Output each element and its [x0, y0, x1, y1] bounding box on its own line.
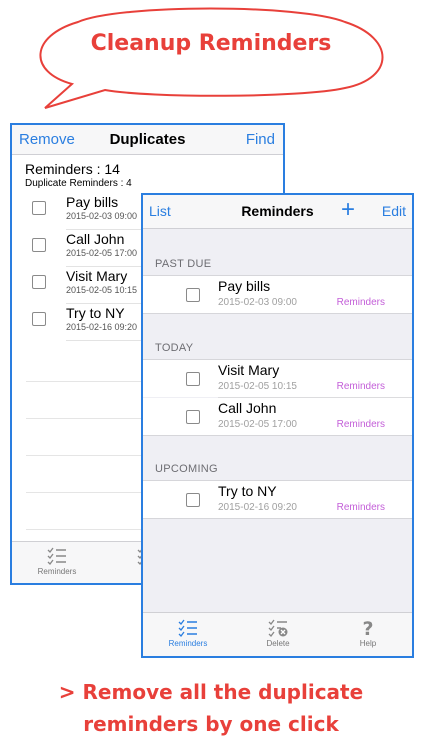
reminders-title: Reminders	[241, 203, 314, 219]
item-date: 2015-02-03 09:00	[218, 297, 297, 308]
item-title: Visit Mary	[218, 362, 280, 378]
duplicates-navbar: Remove Duplicates Find	[12, 125, 283, 155]
item-date: 2015-02-05 17:00	[218, 419, 297, 430]
group-border	[143, 435, 412, 436]
promo-title: Cleanup Reminders	[90, 31, 332, 56]
edit-button[interactable]: Edit	[382, 203, 406, 219]
item-checkbox[interactable]	[32, 201, 46, 215]
list-item[interactable]: Call John 2015-02-05 17:00 Reminders	[143, 398, 412, 435]
tab-help[interactable]: ? Help	[323, 618, 412, 648]
reminders-count: Reminders : 14	[25, 161, 120, 177]
item-date: 2015-02-05 10:15	[66, 285, 138, 295]
item-list-tag: Reminders	[336, 381, 385, 392]
item-checkbox[interactable]	[186, 410, 200, 424]
item-title: Try to NY	[218, 483, 277, 499]
item-title: Visit Mary	[66, 268, 128, 284]
list-item[interactable]: Pay bills 2015-02-03 09:00 Reminders	[143, 276, 412, 313]
item-date: 2015-02-03 09:00	[66, 211, 138, 221]
duplicates-title: Duplicates	[109, 131, 186, 148]
tab-delete[interactable]: Delete	[233, 618, 323, 648]
group-border	[143, 518, 412, 519]
checklist-icon	[47, 547, 66, 565]
item-title: Pay bills	[218, 278, 271, 294]
item-checkbox[interactable]	[186, 372, 200, 386]
duplicates-summary: Reminders : 14 Duplicate Reminders : 4	[12, 155, 283, 189]
tab-label: Delete	[266, 639, 290, 648]
item-title: Call John	[66, 231, 125, 247]
reminders-screen: List Reminders + Edit PAST DUE Pay bills…	[141, 193, 414, 658]
item-title: Call John	[218, 400, 277, 416]
item-list-tag: Reminders	[336, 502, 385, 513]
svg-text:?: ?	[362, 618, 373, 638]
section-header-past-due: PAST DUE	[155, 258, 212, 270]
item-date: 2015-02-05 10:15	[218, 381, 297, 392]
list-item[interactable]: Try to NY 2015-02-16 09:20 Reminders	[143, 481, 412, 518]
tab-label: Help	[359, 639, 377, 648]
tab-label: Reminders	[37, 567, 77, 576]
reminders-navbar: List Reminders + Edit	[143, 195, 412, 229]
reminders-tabbar: Reminders Delete ? Help	[143, 612, 412, 656]
tab-reminders[interactable]: Reminders	[17, 546, 97, 576]
item-date: 2015-02-16 09:20	[66, 322, 138, 332]
help-icon: ?	[362, 618, 373, 638]
item-checkbox[interactable]	[186, 493, 200, 507]
checklist-icon	[178, 619, 197, 637]
list-item[interactable]: Visit Mary 2015-02-05 10:15 Reminders	[143, 360, 412, 397]
tab-label: Reminders	[168, 639, 208, 648]
item-title: Pay bills	[66, 194, 119, 210]
section-header-today: TODAY	[155, 342, 194, 354]
duplicate-count: Duplicate Reminders : 4	[25, 178, 132, 189]
item-date: 2015-02-16 09:20	[218, 502, 297, 513]
add-reminder-button[interactable]: +	[341, 196, 355, 224]
item-checkbox[interactable]	[32, 275, 46, 289]
group-border	[143, 313, 412, 314]
item-list-tag: Reminders	[336, 297, 385, 308]
promo-caption: > Remove all the duplicate reminders by …	[0, 676, 422, 740]
caption-line-1: > Remove all the duplicate	[58, 680, 364, 704]
item-checkbox[interactable]	[32, 238, 46, 252]
caption-line-2: reminders by one click	[83, 712, 339, 736]
tab-reminders[interactable]: Reminders	[143, 618, 233, 648]
item-title: Try to NY	[66, 305, 125, 321]
item-checkbox[interactable]	[186, 288, 200, 302]
promo-speech-bubble: Cleanup Reminders	[0, 0, 422, 110]
find-button[interactable]: Find	[246, 131, 275, 148]
item-list-tag: Reminders	[336, 419, 385, 430]
section-header-upcoming: UPCOMING	[155, 463, 218, 475]
delete-checklist-icon	[268, 619, 288, 637]
item-checkbox[interactable]	[32, 312, 46, 326]
item-date: 2015-02-05 17:00	[66, 248, 138, 258]
